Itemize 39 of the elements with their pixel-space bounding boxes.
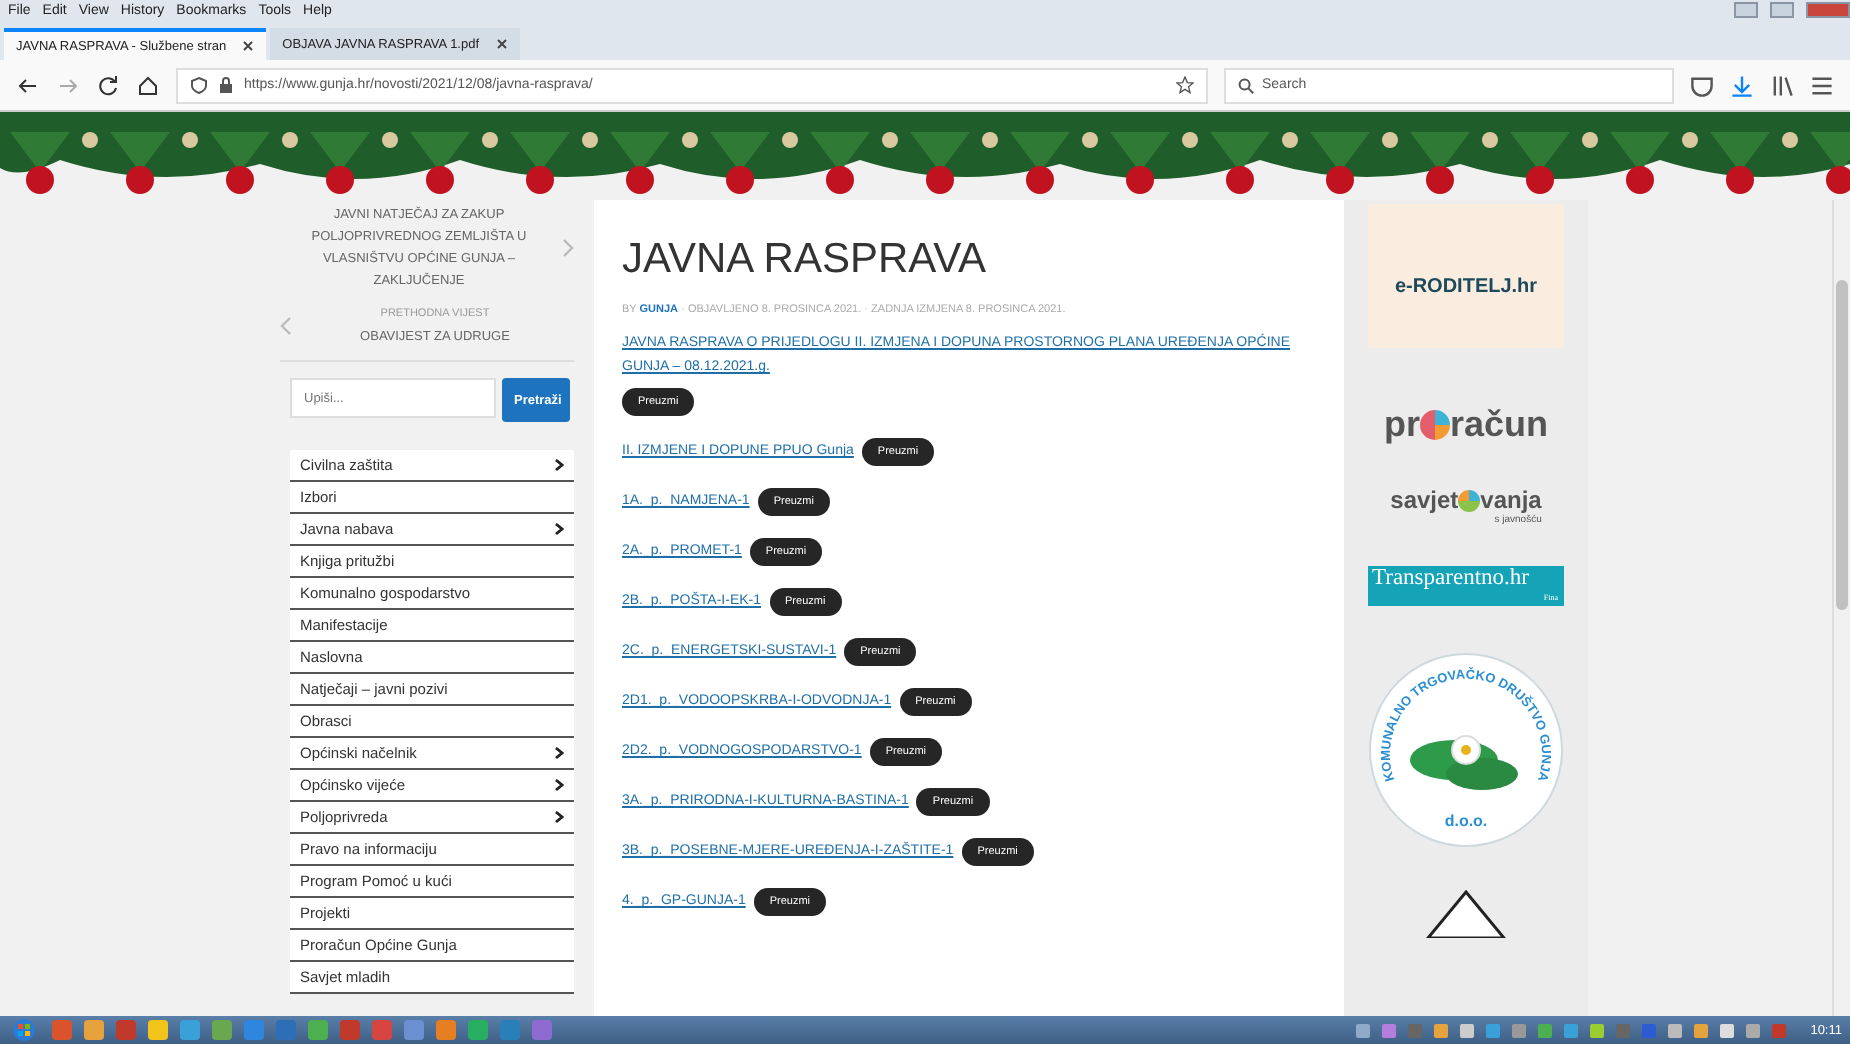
star-icon[interactable] (1176, 76, 1194, 94)
scroll-thumb[interactable] (1836, 280, 1848, 610)
partner-banner[interactable]: e-RODITELJ.hr (1368, 204, 1564, 348)
reload-icon[interactable] (96, 73, 120, 97)
home-icon[interactable] (136, 73, 160, 97)
pocket-icon[interactable] (1690, 73, 1714, 97)
chevron-icon (554, 458, 564, 472)
chevron-icon (554, 778, 564, 792)
shield-icon (190, 76, 208, 94)
chevron-left-icon[interactable] (280, 316, 292, 336)
chevron-right-icon[interactable] (562, 238, 574, 258)
logo-text: pr (1383, 404, 1420, 446)
chevron-icon (554, 810, 564, 824)
library-icon[interactable] (1770, 73, 1794, 97)
close-icon[interactable] (495, 38, 508, 50)
download-icon[interactable] (1730, 73, 1754, 97)
menu-icon[interactable] (1810, 73, 1834, 97)
partner-logo[interactable]: pr račun (1383, 404, 1549, 446)
maximize-button[interactable] (1770, 2, 1794, 18)
lock-icon (218, 76, 234, 94)
forward-icon[interactable] (56, 73, 80, 97)
chevron-icon (554, 746, 564, 760)
search-icon (1238, 77, 1254, 93)
logo-text: račun (1449, 404, 1549, 446)
close-icon[interactable] (242, 40, 255, 52)
chevron-icon (554, 522, 564, 536)
pie-icon (1419, 410, 1450, 440)
back-icon[interactable] (16, 73, 40, 97)
pie-icon (1458, 489, 1481, 511)
banner-text: e-RODITELJ.hr (1394, 275, 1538, 297)
logo-text: vanja (1480, 486, 1542, 514)
minimize-button[interactable] (1734, 2, 1758, 18)
scrollbar[interactable] (1832, 200, 1850, 1016)
start-button[interactable] (8, 1018, 40, 1042)
banner-text: Transparentno.hr (1372, 566, 1531, 592)
article-title: JAVNA RASPRAVA (622, 236, 989, 284)
logo-text: savjet (1390, 486, 1459, 514)
close-button[interactable] (1806, 2, 1850, 18)
triangle-logo[interactable] (1426, 890, 1506, 938)
